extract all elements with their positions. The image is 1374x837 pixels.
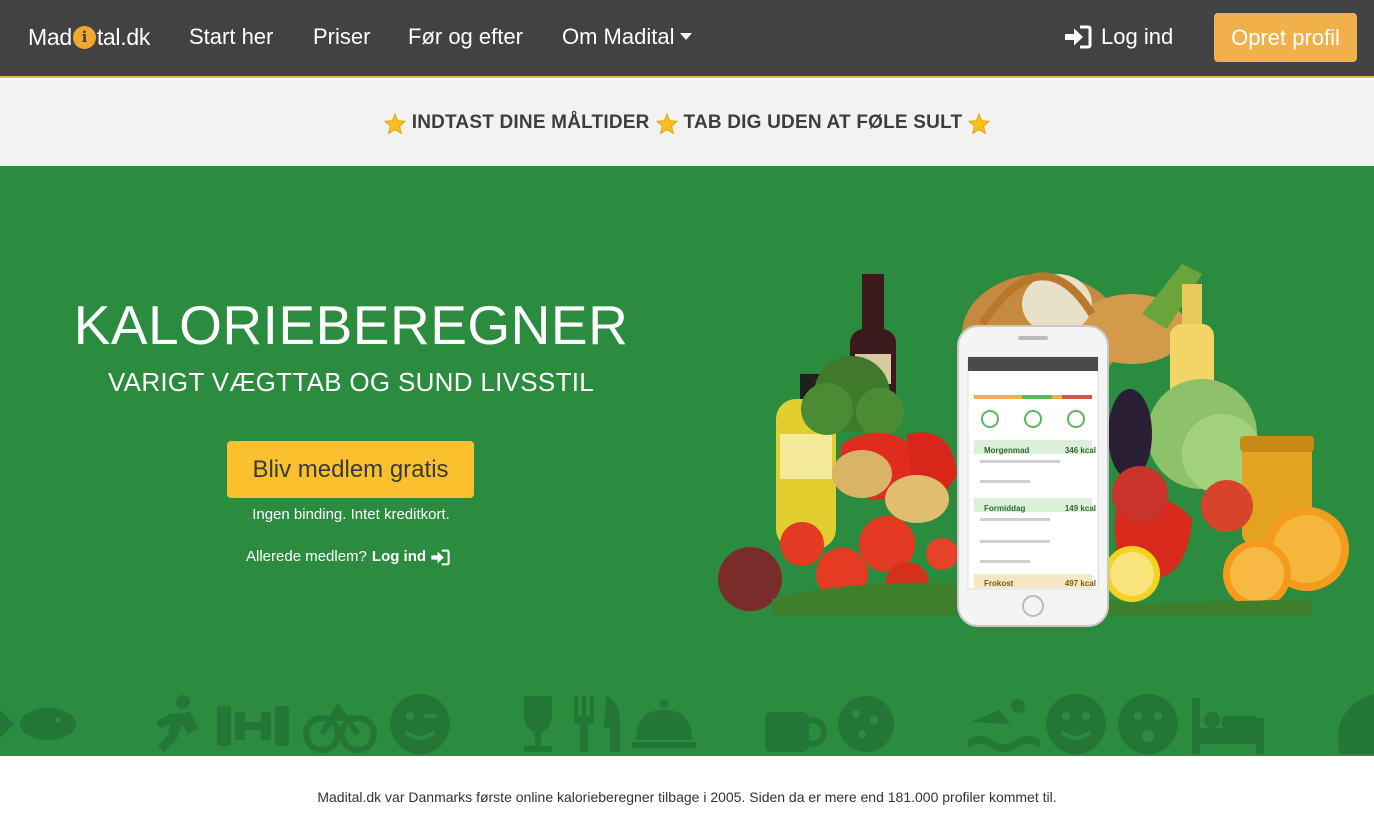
running-person-icon bbox=[156, 695, 198, 752]
nav-foer-og-efter[interactable]: Før og efter bbox=[408, 23, 523, 51]
signup-button[interactable]: Opret profil bbox=[1214, 13, 1357, 62]
tagline: INDTAST DINE MÅLTIDER TAB DIG UDEN AT FØ… bbox=[378, 112, 997, 135]
history-note: Madital.dk var Danmarks første online ka… bbox=[317, 789, 1057, 805]
hero-title: KALORIEBEREGNER bbox=[73, 294, 629, 356]
bed-icon bbox=[1192, 698, 1264, 754]
food-cloche-icon bbox=[632, 700, 696, 748]
decorative-icon-strip bbox=[0, 694, 1374, 754]
nav-priser[interactable]: Priser bbox=[313, 23, 370, 51]
wink-face-icon bbox=[390, 694, 450, 754]
nav-om-madital-label: Om Madital bbox=[562, 24, 675, 49]
phone-row-label: Formiddag bbox=[984, 504, 1026, 513]
brand-logo[interactable]: Mad i tal.dk bbox=[28, 23, 150, 51]
coffee-cup-icon bbox=[765, 712, 828, 752]
sign-in-icon bbox=[431, 549, 450, 565]
swimmer-icon bbox=[968, 699, 1040, 752]
phone-row-frokost: Frokost 497 kcal bbox=[984, 579, 1096, 588]
phone-row-formiddag: Formiddag 149 kcal bbox=[984, 504, 1096, 513]
cookie-icon bbox=[838, 696, 894, 752]
brand-dot-icon: i bbox=[72, 25, 96, 49]
phone-row-label: Morgenmad bbox=[984, 446, 1030, 455]
nav-start-her[interactable]: Start her bbox=[189, 23, 273, 51]
tagline-bar: INDTAST DINE MÅLTIDER TAB DIG UDEN AT FØ… bbox=[0, 80, 1374, 166]
hero-section: KALORIEBEREGNER VARIGT VÆGTTAB OG SUND L… bbox=[0, 166, 1374, 756]
fish-icon bbox=[0, 708, 76, 740]
smiley-face-icon bbox=[1046, 694, 1106, 754]
phone-row-kcal: 346 kcal bbox=[1064, 446, 1096, 455]
hero-login-label: Log ind bbox=[371, 548, 427, 565]
already-member-text: Allerede medlem? bbox=[246, 548, 367, 565]
login-label: Log ind bbox=[1101, 24, 1174, 49]
fork-knife-icon bbox=[574, 696, 620, 752]
wine-glass-icon bbox=[524, 696, 552, 752]
hero-login-link[interactable]: Log ind bbox=[372, 546, 450, 568]
star-icon bbox=[968, 112, 991, 135]
phone-row-kcal: 149 kcal bbox=[1064, 504, 1096, 513]
star-icon bbox=[655, 112, 678, 135]
phone-row-label: Frokost bbox=[984, 579, 1014, 588]
tagline-part2: TAB DIG UDEN AT FØLE SULT bbox=[683, 112, 963, 133]
phone-row-morgenmad: Morgenmad 346 kcal bbox=[984, 446, 1096, 455]
phone-row-kcal: 497 kcal bbox=[1064, 579, 1096, 588]
dumbbell-icon bbox=[217, 706, 289, 746]
caret-down-icon bbox=[680, 32, 693, 40]
leaf-icon bbox=[1338, 694, 1374, 754]
surprised-face-icon bbox=[1118, 694, 1178, 754]
produce-and-phone-illustration bbox=[718, 264, 1349, 627]
sign-in-icon bbox=[1065, 25, 1092, 49]
navbar: Mad i tal.dk Start her Priser Før og efter… bbox=[0, 0, 1374, 78]
login-link[interactable]: Log ind bbox=[1063, 22, 1173, 52]
bicycle-icon bbox=[303, 702, 377, 753]
tagline-part1: INDTAST DINE MÅLTIDER bbox=[411, 112, 650, 133]
brand-left: Mad bbox=[28, 24, 72, 50]
join-free-button[interactable]: Bliv medlem gratis bbox=[227, 441, 474, 498]
hero-subtitle: VARIGT VÆGTTAB OG SUND LIVSSTIL bbox=[107, 367, 595, 397]
star-icon bbox=[383, 112, 406, 135]
already-member: Allerede medlem? Log ind bbox=[246, 546, 450, 568]
brand-right: tal.dk bbox=[96, 24, 151, 50]
no-commitment-note: Ingen binding. Intet kreditkort. bbox=[252, 506, 450, 523]
nav-om-madital-dropdown[interactable]: Om Madital bbox=[562, 23, 693, 51]
